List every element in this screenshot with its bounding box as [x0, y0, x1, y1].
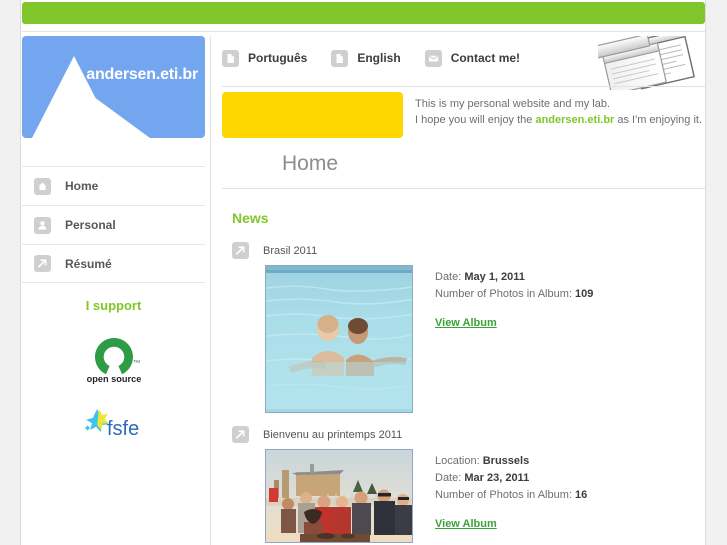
sidebar-main-divider: [210, 36, 211, 545]
yellow-banner: [222, 92, 403, 138]
intro-site-name: andersen.eti.br: [535, 114, 615, 126]
arrow-out-icon: [232, 426, 249, 443]
intro-line-2-pre: I hope you will enjoy the: [415, 114, 536, 126]
header-divider: [222, 86, 705, 87]
open-source-initiative-logo[interactable]: TM open source: [22, 334, 205, 389]
home-icon: [34, 177, 51, 195]
main-content: Português English Contact me! This is my…: [222, 29, 705, 543]
svg-text:TM: TM: [133, 359, 140, 364]
meta-value: 16: [575, 489, 588, 501]
sidebar-item-home[interactable]: Home: [22, 166, 205, 205]
fsfe-logo[interactable]: fsfe: [22, 407, 205, 442]
arrow-out-icon: [34, 255, 51, 272]
meta-value: May 1, 2011: [464, 271, 525, 283]
arrow-out-icon: [232, 242, 249, 259]
news-item-header[interactable]: Bienvenu au printemps 2011: [232, 426, 705, 443]
meta-row: Location: Brussels: [435, 453, 587, 470]
pool-photo[interactable]: [265, 265, 413, 413]
meta-label: Date:: [435, 271, 462, 283]
meta-value: 109: [575, 288, 594, 300]
top-divider: [22, 31, 705, 32]
news-item-title: Brasil 2011: [263, 244, 318, 257]
view-album-link[interactable]: View Album: [435, 516, 497, 533]
news-item-meta: Date: May 1, 2011 Number of Photos in Al…: [435, 265, 593, 413]
intro-text: This is my personal website and my lab. …: [415, 96, 705, 128]
support-title: I support: [85, 298, 142, 313]
sidebar-item-personal[interactable]: Personal: [22, 205, 205, 244]
meta-row: Number of Photos in Album: 16: [435, 487, 587, 504]
sidebar: andersen.eti.br Home Personal Résumé I s…: [22, 36, 208, 545]
sidebar-item-label: Personal: [65, 218, 116, 232]
envelope-icon: [424, 49, 442, 67]
intro-line-2-post: as I'm enjoying it.: [614, 114, 703, 126]
mountain-shape-secondary-icon: [62, 94, 150, 138]
meta-row: Date: May 1, 2011: [435, 269, 593, 286]
lang-link-label: English: [357, 51, 401, 65]
meta-value: Mar 23, 2011: [464, 472, 530, 484]
sidebar-item-resume[interactable]: Résumé: [22, 244, 205, 283]
intro-block: This is my personal website and my lab. …: [222, 92, 705, 144]
contact-link-label: Contact me!: [450, 51, 521, 65]
news-item-body: Date: May 1, 2011 Number of Photos in Al…: [265, 265, 705, 413]
title-divider: [222, 188, 705, 189]
news-heading: News: [232, 210, 269, 226]
site-logo[interactable]: andersen.eti.br: [22, 36, 205, 138]
meta-row: Number of Photos in Album: 109: [435, 286, 593, 303]
svg-text:open source: open source: [86, 374, 141, 384]
page-title: Home: [282, 152, 339, 175]
sidebar-nav: Home Personal Résumé: [22, 166, 205, 283]
site-logo-text: andersen.eti.br: [86, 66, 198, 83]
rooftop-group-photo[interactable]: [265, 449, 413, 543]
header-links: Português English Contact me!: [222, 29, 705, 96]
lang-link-label: Português: [248, 51, 308, 65]
sidebar-item-label: Home: [65, 179, 99, 193]
top-green-bar: [22, 2, 705, 24]
news-item-header[interactable]: Brasil 2011: [232, 242, 705, 259]
news-item-title: Bienvenu au printemps 2011: [263, 428, 403, 441]
window-stack-graphic: [590, 29, 704, 96]
meta-value: Brussels: [482, 455, 530, 467]
meta-label: Date:: [435, 472, 462, 484]
page-root: andersen.eti.br Home Personal Résumé I s…: [0, 0, 727, 545]
contact-link[interactable]: Contact me!: [424, 49, 521, 67]
meta-label: Location:: [435, 455, 480, 467]
lang-link-english[interactable]: English: [331, 49, 401, 67]
intro-line-1: This is my personal website and my lab.: [415, 98, 611, 110]
news-item: Brasil 2011 Date: May 1, 2011 Number of …: [222, 242, 705, 413]
meta-label: Number of Photos in Album:: [435, 489, 572, 501]
support-section: I support TM open source fsfe: [22, 298, 205, 442]
svg-text:fsfe: fsfe: [107, 418, 139, 437]
lang-link-portugues[interactable]: Português: [222, 49, 308, 67]
page-icon: [331, 49, 349, 67]
meta-label: Number of Photos in Album:: [435, 288, 572, 300]
news-item-body: Location: Brussels Date: Mar 23, 2011 Nu…: [265, 449, 705, 543]
person-icon: [34, 216, 51, 234]
intro-line-2: I hope you will enjoy the andersen.eti.b…: [415, 112, 705, 128]
news-item: Bienvenu au printemps 2011 Location: Bru…: [222, 426, 705, 543]
view-album-link[interactable]: View Album: [435, 315, 497, 332]
meta-row: Date: Mar 23, 2011: [435, 470, 587, 487]
sidebar-item-label: Résumé: [65, 256, 112, 271]
news-item-meta: Location: Brussels Date: Mar 23, 2011 Nu…: [435, 449, 587, 543]
page-icon: [222, 49, 239, 67]
